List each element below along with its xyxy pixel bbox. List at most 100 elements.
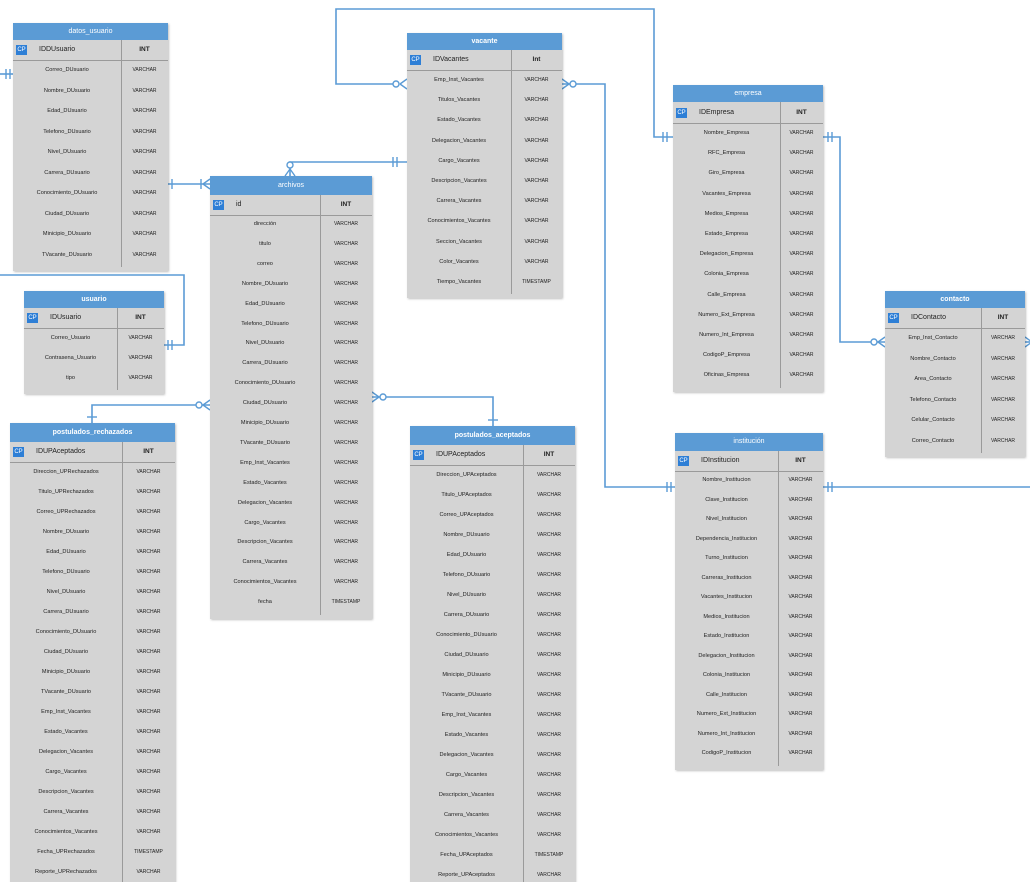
column-name: Reporte_UPAceptados [438,872,495,878]
column-name: Carrera_DUsuario [44,169,90,176]
entity-title: postulados_aceptados [410,426,575,445]
column-name: Nivel_DUsuario [47,149,87,155]
column-name: Medios_Institucion [703,613,750,620]
column-name: Direccion_UPAceptados [436,472,497,478]
primary-key-row: CP IDContacto INT [885,308,1025,329]
link-archivos-aceptados [372,396,494,426]
column-type: VARCHAR [136,749,161,755]
column-name: fecha [258,599,272,606]
column-name: CodigoP_Empresa [703,352,750,359]
primary-key-icon: CP [413,450,424,460]
column-name: TVacante_DUsuario [240,439,290,446]
primary-key-row: CP IDUsuario INT [24,308,164,329]
entity-usuario[interactable]: usuario CP IDUsuario INT Correo_Usuario VARCH… [24,291,164,394]
column-type: VARCHAR [132,251,157,258]
column-type: VARCHAR [788,535,813,542]
column-type: VARCHAR [788,477,813,483]
column-name: Numero_Ext_Institucion [696,711,757,717]
column-type: VARCHAR [788,652,813,659]
entity-empresa[interactable]: empresa CP IDEmpresa INT Nombre_Empresa VARCH… [673,85,823,392]
entity-postulados-rechazados[interactable]: postulados_rechazados CP IDUPAceptados INT D… [10,423,175,882]
column-type: VARCHAR [136,829,161,835]
primary-key-row: CP IDDUsuario INT [13,40,168,61]
column-type: VARCHAR [536,772,562,778]
column-type: VARCHAR [990,417,1016,423]
column-name: Edad_DUsuario [245,300,285,307]
column-type: VARCHAR [128,335,153,341]
primary-key-type: INT [340,201,352,208]
entity-datos-usuario[interactable]: datos_usuario CP IDDUsuario INT Correo_DUsua… [13,23,168,271]
column-type: VARCHAR [136,869,161,875]
column-type: VARCHAR [990,335,1016,341]
column-name: Delegacion_Institucion [698,652,755,659]
column-name: Ciudad_DUsuario [44,210,90,217]
column-type: VARCHAR [333,559,359,566]
column-name: Seccion_Vacantes [436,238,482,245]
column-type: VARCHAR [333,439,359,446]
entity-vacante[interactable]: vacante CP IDVacantes Int Emp_Inst_Vacantes V… [407,33,562,299]
column-type: VARCHAR [536,512,562,518]
primary-key-name: IDEmpresa [699,109,735,116]
primary-key-name: id [236,201,242,208]
optional-marker [392,80,400,88]
column-name: Numero_Int_Institucion [697,730,756,737]
column-name: Correo_Usuario [50,335,91,341]
column-type: VARCHAR [536,872,562,878]
column-type: VARCHAR [136,789,161,795]
primary-key-type: INT [135,314,146,321]
column-name: Carrera_Vacantes [242,559,288,566]
column-type: VARCHAR [136,689,161,695]
primary-key-type: INT [795,457,806,464]
primary-key-icon: CP [213,200,224,210]
column-type: VARCHAR [132,87,157,94]
column-name: Calle_Institucion [705,691,748,698]
column-type: VARCHAR [788,730,813,737]
column-type: VARCHAR [789,210,814,217]
column-name: Telefono_DUsuario [43,128,91,135]
column-name: Correo_DUsuario [45,67,89,73]
column-name: RFC_Empresa [708,150,745,157]
column-type: VARCHAR [789,332,814,338]
column-name: titulo [259,240,271,247]
column-name: Estado_Vacantes [44,729,88,735]
column-name: Titulo_UPRechazados [38,489,94,495]
column-type: VARCHAR [136,649,161,655]
column-type: VARCHAR [136,609,161,615]
entity-archivos[interactable]: archivos CP id INT dirección VARCHAR titulo VAR… [210,176,372,619]
column-name: Direccion_UPRechazados [33,469,99,475]
column-type: VARCHAR [990,437,1016,444]
column-type: VARCHAR [789,352,814,359]
column-type: VARCHAR [128,375,153,381]
column-name: Cargo_Vacantes [438,157,480,164]
column-name: Nivel_DUsuario [447,592,486,598]
column-name: Colonia_Institucion [702,672,751,678]
column-type: VARCHAR [536,812,562,818]
column-name: Colonia_Empresa [704,271,749,278]
column-type: VARCHAR [333,360,359,367]
entity-postulados-aceptados[interactable]: postulados_aceptados CP IDUPAceptados INT Di… [410,426,575,882]
column-type: VARCHAR [333,479,359,486]
primary-key-row: CP IDUPAceptados INT [10,442,175,463]
column-name: Turno_Institucion [705,555,748,561]
column-type: VARCHAR [524,97,549,104]
column-name: Emp_Inst_Contacto [908,335,958,341]
entity-title: datos_usuario [13,23,168,40]
column-type: TIMESTAMP [522,279,551,285]
column-name: CodigoP_Institucion [701,750,752,756]
column-type: VARCHAR [136,549,161,555]
column-name: Conocimiento_DUsuario [35,629,97,635]
column-name: TVacante_DUsuario [42,251,92,258]
column-type: VARCHAR [990,355,1016,362]
column-name: Estado_Vacantes [437,117,481,124]
primary-key-name: IDUPAceptados [36,448,86,455]
primary-key-row: CP IDEmpresa INT [673,102,823,124]
column-name: Nombre_Empresa [703,130,750,136]
optional-marker [286,161,294,169]
column-name: Estado_Vacantes [444,732,489,738]
entity-contacto[interactable]: contacto CP IDContacto INT Emp_Inst_Contacto… [885,291,1025,457]
optional-marker [379,393,387,401]
column-type: VARCHAR [536,552,562,558]
column-name: Conocimientos_Vacantes [427,218,491,225]
entity-institucion[interactable]: institución CP IDInstitucion INT Nombre_Inst… [675,433,823,770]
column-type: VARCHAR [536,692,562,698]
